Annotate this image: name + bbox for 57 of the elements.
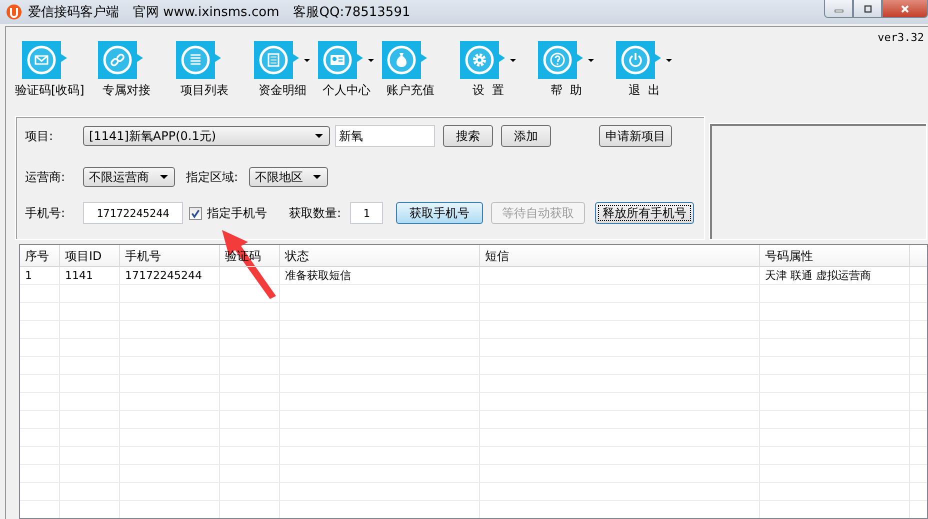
table-cell-text: 1 [24,268,33,284]
input-field[interactable]: 新氧 [335,125,435,147]
table-cell-text: 17172245244 [124,268,203,284]
dropdown-select[interactable]: 不限地区 [249,167,328,187]
action-button[interactable]: 获取手机号 [396,202,483,224]
dropdown-caret-icon[interactable] [304,58,310,62]
toolbar-button[interactable]: 资金明细 [258,82,306,99]
field-label: 获取数量: [289,204,342,222]
window-title: 爱信接码客户端 [28,4,119,21]
column-header[interactable]: 手机号 [120,245,220,267]
toolbar-button[interactable]: 个人中心 [322,82,370,99]
toolbar-button[interactable]: 设 置 [472,82,504,99]
dropdown-caret-icon[interactable] [588,58,594,62]
service-text: 客服QQ:78513591 [293,4,410,21]
table-cell-text: 1141 [64,268,94,284]
toolbar-button[interactable]: 专属对接 [102,82,150,99]
column-header[interactable]: 状态 [280,245,480,267]
toolbar-button[interactable]: 项目列表 [180,82,228,99]
close-icon[interactable] [900,4,910,14]
money-bag-icon[interactable] [382,41,428,79]
maximize-icon[interactable] [862,4,872,14]
field-label: 指定区域: [186,168,240,186]
field-label: 运营商: [25,168,66,186]
checkbox-label: 指定手机号 [207,204,267,222]
list-icon[interactable] [176,41,222,79]
field-label: 项目: [25,128,54,144]
column-header[interactable]: 项目ID [60,245,120,267]
dropdown-caret-icon[interactable] [368,58,374,62]
action-button[interactable]: 释放所有手机号 [595,202,694,224]
toolbar-button[interactable]: 退 出 [628,82,660,99]
column-header[interactable]: 短信 [480,245,760,267]
app-logo-icon [6,4,22,20]
annotation-arrow [222,230,276,299]
dropdown-select[interactable]: 不限运营商 [83,167,175,187]
close-button[interactable] [882,0,928,18]
website-text: 官网 www.ixinsms.com [133,4,280,21]
toolbar-button[interactable]: 账户充值 [386,82,434,99]
chain-link-icon[interactable] [98,41,144,79]
toolbar-button[interactable]: 验证码[收码] [15,82,84,99]
field-label: 手机号: [25,204,66,222]
input-field[interactable]: 1 [350,202,383,224]
checkbox[interactable] [189,206,202,220]
column-header[interactable]: 序号 [20,245,60,267]
action-button[interactable]: 搜索 [443,125,493,147]
version-label: ver3.32 [878,31,924,44]
toolbar-button[interactable]: 帮 助 [550,82,582,99]
column-header[interactable]: 号码属性 [760,245,910,267]
dropdown-caret-icon[interactable] [666,58,672,62]
action-button[interactable]: 添加 [501,125,551,147]
envelope-icon[interactable] [22,41,68,79]
input-field[interactable]: 17172245244 [83,202,183,224]
action-button[interactable]: 申请新项目 [599,125,672,147]
table-cell-text: 准备获取短信 [284,268,352,284]
dropdown-caret-icon[interactable] [510,58,516,62]
dropdown-select[interactable]: [1141]新氧APP(0.1元) [83,126,330,146]
maximize-button[interactable] [853,0,882,18]
table-cell-text: 天津 联通 虚拟运营商 [764,268,872,284]
